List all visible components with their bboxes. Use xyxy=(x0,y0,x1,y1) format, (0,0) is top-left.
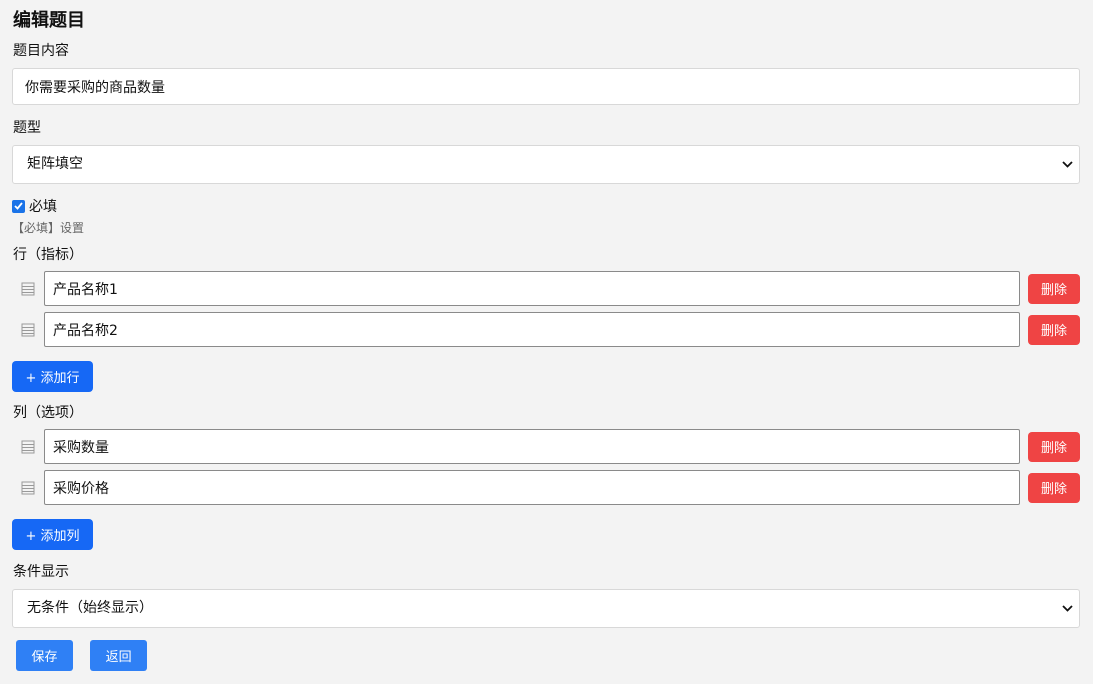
delete-column-button[interactable]: 删除 xyxy=(1028,431,1080,462)
question-content-input[interactable] xyxy=(12,68,1080,105)
delete-row-button[interactable]: 删除 xyxy=(1028,273,1080,304)
page-title: 编辑题目 xyxy=(13,10,85,31)
required-checkbox[interactable] xyxy=(12,199,25,213)
question-type-label: 题型 xyxy=(13,120,41,136)
chevron-down-icon xyxy=(1060,590,1074,627)
row-input-1[interactable] xyxy=(44,271,1020,306)
required-toggle[interactable]: 必填 xyxy=(12,196,1080,216)
delete-row-button[interactable]: 删除 xyxy=(1028,314,1080,345)
row-input-2[interactable] xyxy=(44,312,1020,347)
condition-label: 条件显示 xyxy=(13,564,69,580)
column-input-1[interactable] xyxy=(44,429,1020,464)
delete-column-button[interactable]: 删除 xyxy=(1028,472,1080,503)
required-hint: 【必填】设置 xyxy=(12,221,85,235)
condition-selected: 无条件（始终显示） xyxy=(27,600,153,616)
drag-handle-icon[interactable] xyxy=(12,429,44,464)
drag-handle-icon[interactable] xyxy=(12,470,44,505)
drag-handle-icon[interactable] xyxy=(12,271,44,306)
drag-handle-icon[interactable] xyxy=(12,312,44,347)
column-item: 删除 xyxy=(12,470,1080,505)
row-item: 删除 xyxy=(12,271,1080,306)
chevron-down-icon xyxy=(1060,146,1074,183)
question-type-selected: 矩阵填空 xyxy=(27,156,83,172)
columns-label: 列（选项） xyxy=(13,405,83,421)
column-item: 删除 xyxy=(12,429,1080,464)
edit-question-page: 编辑题目 题目内容 题型 矩阵填空 必填 【必填】设置 行（指标） 删除 删除 xyxy=(0,0,1093,671)
save-button[interactable]: 保存 xyxy=(16,640,73,671)
rows-list: 删除 删除 xyxy=(12,271,1080,347)
column-input-2[interactable] xyxy=(44,470,1020,505)
action-bar: 保存 返回 xyxy=(12,640,1080,671)
add-row-button[interactable]: + 添加行 xyxy=(12,361,93,392)
add-column-button[interactable]: + 添加列 xyxy=(12,519,93,550)
required-label: 必填 xyxy=(29,199,57,215)
columns-list: 删除 删除 xyxy=(12,429,1080,505)
question-content-label: 题目内容 xyxy=(13,43,69,59)
condition-select[interactable]: 无条件（始终显示） xyxy=(12,589,1080,628)
row-item: 删除 xyxy=(12,312,1080,347)
back-button[interactable]: 返回 xyxy=(90,640,148,671)
rows-label: 行（指标） xyxy=(13,247,83,263)
question-type-select[interactable]: 矩阵填空 xyxy=(12,145,1080,184)
